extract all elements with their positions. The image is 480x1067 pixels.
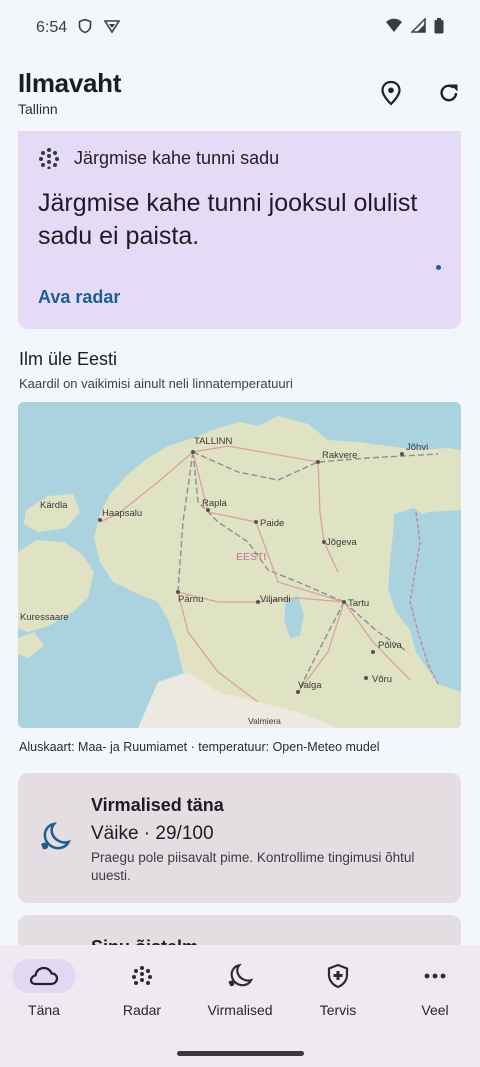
map-label-johvi: Jõhvi — [406, 442, 428, 453]
refresh-button[interactable] — [436, 80, 462, 106]
map-label-haapsalu: Haapsalu — [102, 508, 142, 519]
nav-item-veel[interactable]: Veel — [387, 959, 480, 1018]
map-label-eesti: EESTI — [236, 551, 266, 563]
map-label-rakvere: Rakvere — [322, 450, 357, 461]
vpn-status-icon — [103, 18, 121, 39]
map-attribution: Aluskaart: Maa- ja Ruumiamet · temperatu… — [19, 740, 380, 754]
moon-icon — [228, 963, 254, 987]
map-label-rapla: Rapla — [202, 498, 228, 509]
map-label-jogeva: Jõgeva — [326, 537, 357, 548]
refresh-icon — [440, 84, 458, 102]
bottom-navigation: Täna Radar Virmalised Tervis Veel — [0, 945, 480, 1067]
map-label-valga: Valga — [298, 680, 322, 691]
nav-label-veel: Veel — [421, 1002, 449, 1018]
more-dots-icon — [424, 973, 446, 979]
signal-icon — [410, 17, 426, 38]
aurora-moon-icon — [38, 820, 72, 859]
map-label-parnu: Pärnu — [178, 594, 203, 605]
home-indicator[interactable] — [177, 1051, 304, 1056]
radar-dots-icon — [132, 966, 152, 985]
location-button[interactable] — [378, 80, 404, 106]
map-label-tallinn: TALLINN — [194, 436, 233, 447]
loading-indicator — [436, 265, 441, 270]
aurora-card[interactable]: Virmalised täna Väike · 29/100 Praegu po… — [18, 773, 461, 903]
health-shield-icon — [327, 963, 349, 989]
nav-label-tervis: Tervis — [319, 1002, 357, 1018]
rain-card-heading: Järgmise kahe tunni sadu — [74, 147, 280, 168]
nav-item-tana[interactable]: Täna — [0, 959, 92, 1018]
rain-forecast-card: Järgmise kahe tunni sadu Järgmise kahe t… — [18, 131, 461, 329]
battery-icon — [434, 17, 444, 39]
map-label-kuressaare: Kuressaare — [20, 612, 69, 623]
shield-status-icon — [77, 18, 93, 39]
app-header: Ilmavaht Tallinn — [18, 68, 462, 124]
map-section-title: Ilm üle Eesti — [19, 349, 118, 369]
status-time: 6:54 — [36, 19, 68, 36]
nav-item-tervis[interactable]: Tervis — [290, 959, 386, 1018]
map-canvas: TALLINN Rakvere Jõhvi Kärdla Haapsalu Ra… — [18, 402, 461, 728]
map-label-voru: Võru — [372, 674, 392, 685]
cloud-icon — [29, 966, 59, 986]
nav-label-tana: Täna — [28, 1002, 60, 1018]
estonia-map[interactable]: TALLINN Rakvere Jõhvi Kärdla Haapsalu Ra… — [18, 402, 461, 728]
open-radar-link[interactable]: Ava radar — [38, 287, 120, 308]
rain-card-message: Järgmise kahe tunni jooksul olulist sadu… — [38, 189, 418, 250]
map-section-subtitle: Kaardil on vaikimisi ainult neli linnate… — [19, 376, 293, 391]
nav-label-virmalised: Virmalised — [207, 1002, 273, 1018]
aurora-card-level: Väike · 29/100 — [91, 823, 214, 844]
nav-label-radar: Radar — [122, 1002, 162, 1018]
map-label-viljandi: Viljandi — [260, 594, 290, 605]
aurora-card-description: Praegu pole piisavalt pime. Kontrollime … — [91, 850, 415, 883]
location-pin-icon — [381, 80, 401, 106]
wifi-icon — [385, 18, 403, 38]
map-label-tartu: Tartu — [348, 598, 369, 609]
aurora-card-title: Virmalised täna — [91, 795, 224, 815]
nav-item-radar[interactable]: Radar — [94, 959, 190, 1018]
status-bar: 6:54 — [0, 0, 480, 56]
map-label-paide: Paide — [260, 518, 284, 529]
nav-item-virmalised[interactable]: Virmalised — [192, 959, 288, 1018]
map-label-valmiera: Valmiera — [248, 716, 281, 726]
map-label-kardla: Kärdla — [40, 500, 68, 511]
map-label-polva: Põlva — [378, 640, 402, 651]
radar-dots-icon — [39, 148, 59, 169]
